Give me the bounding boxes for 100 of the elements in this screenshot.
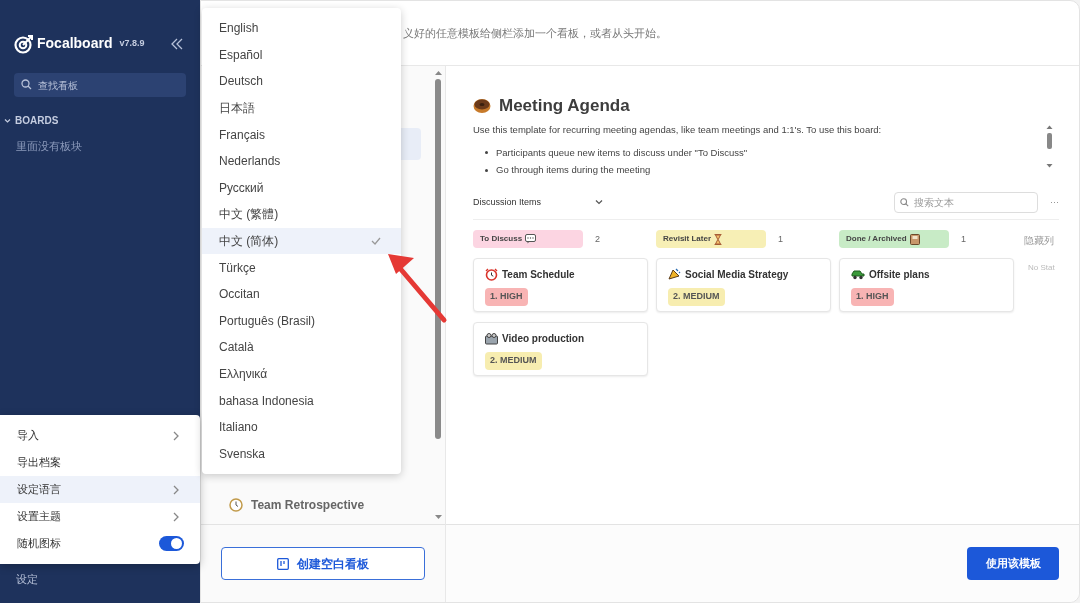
card-title: Offsite plans xyxy=(869,268,930,283)
clock-icon xyxy=(229,498,243,512)
megaphone-icon xyxy=(668,268,681,282)
column-title: Revisit Later xyxy=(663,233,712,246)
column-title: Done / Archived xyxy=(846,233,907,246)
priority-tag: 2. MEDIUM xyxy=(485,352,542,370)
section-header[interactable]: BOARDS xyxy=(15,113,59,128)
column-title: To Discuss xyxy=(480,233,523,246)
bullet-text: Participants queue new items to discuss under "To Discuss" xyxy=(496,145,748,160)
language-label: Español xyxy=(219,46,263,64)
language-label: bahasa Indonesia xyxy=(219,392,314,410)
chevron-down-icon[interactable] xyxy=(4,117,11,124)
language-label: Português (Brasil) xyxy=(219,312,316,330)
toggle-switch[interactable] xyxy=(159,536,184,551)
more-options-button[interactable]: ··· xyxy=(1050,195,1059,209)
priority-tag: 2. MEDIUM xyxy=(668,288,725,306)
column-header-tag[interactable]: Done / Archived xyxy=(839,230,949,249)
board-icon xyxy=(277,557,289,570)
speech-bubble-icon xyxy=(525,234,537,245)
scroll-up-arrow-icon[interactable] xyxy=(434,70,442,75)
template-item[interactable]: Team Retrospective xyxy=(251,496,365,514)
version-label: v7.8.9 xyxy=(119,36,145,50)
empty-boards-text: 里面没有板块 xyxy=(16,139,83,154)
menu-item-label: 随机图标 xyxy=(17,536,61,552)
language-option[interactable]: 日本語 xyxy=(202,94,401,122)
scrollbar-thumb[interactable] xyxy=(435,79,441,439)
board-card[interactable]: Offsite plans 1. HIGH xyxy=(839,258,1014,313)
language-label: 日本語 xyxy=(219,100,255,118)
language-option[interactable]: Türkçe xyxy=(202,254,401,281)
language-option[interactable]: Italiano xyxy=(202,413,401,441)
board-card[interactable]: Social Media Strategy 2. MEDIUM xyxy=(656,258,831,313)
car-icon xyxy=(851,269,865,281)
menu-item[interactable]: 设定语言 xyxy=(0,476,200,503)
chevron-down-icon xyxy=(595,199,603,206)
chevron-right-icon xyxy=(173,511,180,522)
language-option[interactable]: Русский xyxy=(202,174,401,202)
create-empty-board-button[interactable]: 创建空白看板 xyxy=(221,547,425,580)
settings-link[interactable]: 设定 xyxy=(16,570,200,587)
board-card[interactable]: Video production 2. MEDIUM xyxy=(473,322,648,377)
priority-tag: 1. HIGH xyxy=(851,288,894,306)
language-option[interactable]: Ελληνικά xyxy=(202,360,401,388)
language-label: Svenska xyxy=(219,445,266,463)
bullet-text: Go through items during the meeting xyxy=(496,163,651,177)
column-count: 1 xyxy=(778,232,783,246)
menu-item[interactable]: 导出档案 xyxy=(0,449,200,476)
search-icon xyxy=(900,197,909,207)
column-header-tag[interactable]: Revisit Later xyxy=(656,230,766,249)
template-title: Meeting Agenda xyxy=(499,95,630,117)
card-title: Social Media Strategy xyxy=(685,268,789,283)
donut-icon xyxy=(473,97,491,114)
notebook-icon xyxy=(909,233,920,245)
language-label: 中文 (繁體) xyxy=(219,206,279,224)
language-label: Nederlands xyxy=(219,153,281,171)
language-label: Türkçe xyxy=(219,259,256,277)
language-option[interactable]: Nederlands xyxy=(202,147,401,175)
language-option[interactable]: Español xyxy=(202,41,401,69)
hourglass-icon xyxy=(714,233,723,245)
menu-item-label: 导入 xyxy=(17,428,39,444)
checkmark-icon xyxy=(371,237,381,246)
app-logo-text: Focalboard xyxy=(37,34,113,53)
language-option[interactable]: Deutsch xyxy=(202,68,401,95)
language-label: 中文 (简体) xyxy=(219,233,279,251)
language-label: Русский xyxy=(219,179,264,197)
menu-item-label: 设置主题 xyxy=(17,509,61,525)
collapse-icon[interactable] xyxy=(170,37,184,50)
search-field[interactable]: 查找看板 xyxy=(14,73,186,97)
language-option[interactable]: Português (Brasil) xyxy=(202,307,401,335)
menu-item[interactable]: 导入 xyxy=(0,422,200,449)
language-label: Italiano xyxy=(219,419,258,437)
column-count: 2 xyxy=(595,232,600,246)
language-option[interactable]: Svenska xyxy=(202,440,401,468)
column-count: 1 xyxy=(961,232,966,246)
language-option[interactable]: bahasa Indonesia xyxy=(202,387,401,414)
search-icon xyxy=(21,79,32,90)
scroll-down-arrow-icon[interactable] xyxy=(434,515,442,520)
card-title: Team Schedule xyxy=(502,268,575,283)
language-label: Ελληνικά xyxy=(219,366,268,383)
template-description: Use this template for recurring meeting agendas, like team meetings and 1:1's. To use this board: xyxy=(473,122,883,137)
language-option[interactable]: English xyxy=(202,15,401,42)
hidden-columns-label: 隐藏列 xyxy=(1024,234,1055,249)
language-option[interactable]: Català xyxy=(202,334,401,361)
language-option[interactable]: 中文 (简体) xyxy=(202,227,401,255)
language-option[interactable]: Français xyxy=(202,121,401,148)
language-option[interactable]: Occitan xyxy=(202,280,401,308)
chevron-right-icon xyxy=(173,484,180,495)
priority-tag: 1. HIGH xyxy=(485,288,528,306)
search-field[interactable]: 搜索文本 xyxy=(894,191,1038,213)
use-template-button[interactable]: 使用该模板 xyxy=(967,547,1059,580)
menu-item[interactable]: 设置主题 xyxy=(0,503,200,530)
language-option[interactable]: 中文 (繁體) xyxy=(202,201,401,228)
scrollbar[interactable] xyxy=(1046,124,1053,169)
column-header-tag[interactable]: To Discuss xyxy=(473,230,583,249)
menu-item[interactable]: 随机图标 xyxy=(0,530,200,557)
board-card[interactable]: Team Schedule 1. HIGH xyxy=(473,258,648,313)
language-label: English xyxy=(219,20,259,38)
language-label: Occitan xyxy=(219,286,260,304)
language-label: Deutsch xyxy=(219,73,264,91)
view-dropdown[interactable]: Discussion Items xyxy=(473,195,603,209)
logo-icon xyxy=(14,33,34,54)
chevron-right-icon xyxy=(173,430,180,441)
